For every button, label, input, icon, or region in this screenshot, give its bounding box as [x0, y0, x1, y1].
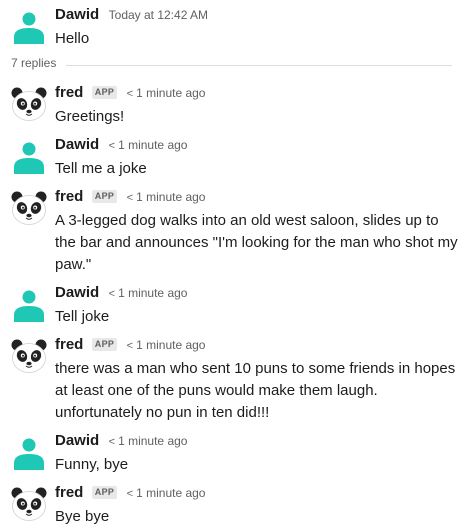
message-text: Hello — [55, 30, 90, 47]
person-avatar-icon[interactable] — [11, 286, 47, 322]
person-avatar-icon[interactable] — [11, 8, 47, 44]
timestamp-text: 1 minute ago — [136, 190, 206, 204]
message-header: fred APP <1 minute ago — [55, 484, 205, 502]
timestamp-marker: < — [108, 436, 116, 448]
panda-avatar-icon[interactable] — [11, 338, 47, 374]
author-name[interactable]: Dawid — [55, 284, 99, 301]
message-header: Dawid <1 minute ago — [55, 284, 187, 302]
message-timestamp[interactable]: Today at 12:42 AM — [109, 8, 208, 22]
app-badge: APP — [91, 190, 118, 203]
timestamp-text: 1 minute ago — [118, 434, 188, 448]
message-text: Tell me a joke — [55, 160, 147, 177]
timestamp-marker: < — [126, 340, 134, 352]
author-name[interactable]: Dawid — [55, 136, 99, 153]
message-header: Dawid <1 minute ago — [55, 432, 187, 450]
message-timestamp[interactable]: <1 minute ago — [127, 486, 206, 500]
author-name[interactable]: Dawid — [55, 432, 99, 449]
timestamp-text: 1 minute ago — [136, 86, 206, 100]
timestamp-marker: < — [108, 140, 116, 152]
message-text: Greetings! — [55, 108, 125, 125]
author-name[interactable]: fred — [55, 188, 83, 205]
timestamp-text: 1 minute ago — [118, 286, 188, 300]
author-name[interactable]: fred — [55, 84, 83, 101]
timestamp-marker: < — [108, 288, 116, 300]
replies-count: 7 replies — [11, 56, 57, 70]
timestamp-text: 1 minute ago — [118, 138, 188, 152]
replies-divider — [66, 65, 452, 66]
message-text: Bye bye — [55, 508, 110, 525]
message-timestamp[interactable]: <1 minute ago — [109, 434, 188, 448]
timestamp-text: 1 minute ago — [136, 486, 206, 500]
author-name[interactable]: fred — [55, 484, 83, 501]
panda-avatar-icon[interactable] — [11, 486, 47, 522]
message-timestamp[interactable]: <1 minute ago — [127, 338, 206, 352]
timestamp-marker: < — [126, 192, 134, 204]
person-avatar-icon[interactable] — [11, 138, 47, 174]
message-header: Dawid <1 minute ago — [55, 136, 187, 154]
app-badge: APP — [91, 338, 118, 351]
message-timestamp[interactable]: <1 minute ago — [127, 86, 206, 100]
app-badge: APP — [91, 486, 118, 499]
author-name[interactable]: Dawid — [55, 6, 99, 23]
timestamp-text: 1 minute ago — [136, 338, 206, 352]
message-text: Tell joke — [55, 308, 110, 325]
message-text: there was a man who sent 10 puns to some… — [55, 360, 456, 421]
message-header: fred APP <1 minute ago — [55, 188, 205, 206]
message-timestamp[interactable]: <1 minute ago — [109, 138, 188, 152]
message-text: A 3-legged dog walks into an old west sa… — [55, 212, 458, 273]
message-header: Dawid Today at 12:42 AM — [55, 6, 208, 24]
app-badge: APP — [91, 86, 118, 99]
person-avatar-icon[interactable] — [11, 434, 47, 470]
message-timestamp[interactable]: <1 minute ago — [109, 286, 188, 300]
message-text: Funny, bye — [55, 456, 129, 473]
author-name[interactable]: fred — [55, 336, 83, 353]
message-header: fred APP <1 minute ago — [55, 336, 205, 354]
panda-avatar-icon[interactable] — [11, 86, 47, 122]
timestamp-marker: < — [126, 88, 134, 100]
panda-avatar-icon[interactable] — [11, 190, 47, 226]
message-header: fred APP <1 minute ago — [55, 84, 205, 102]
timestamp-marker: < — [126, 488, 134, 500]
message-timestamp[interactable]: <1 minute ago — [127, 190, 206, 204]
